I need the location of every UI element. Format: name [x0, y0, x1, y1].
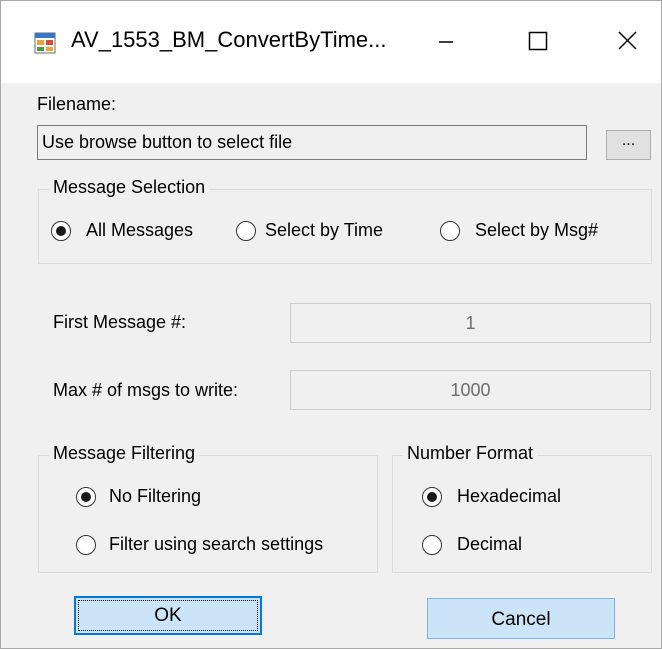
radio-select-by-time[interactable]	[236, 221, 256, 241]
cancel-button-label: Cancel	[491, 609, 551, 630]
maximize-icon	[528, 31, 548, 51]
number-format-group: Number Format	[392, 443, 652, 573]
max-msgs-label: Max # of msgs to write:	[53, 380, 239, 400]
radio-hexadecimal[interactable]	[422, 487, 442, 507]
radio-select-by-time-label: Select by Time	[265, 220, 384, 240]
filename-label: Filename:	[37, 94, 117, 114]
ok-button[interactable]: OK	[74, 596, 262, 635]
radio-all-messages[interactable]	[51, 221, 71, 241]
maximize-button[interactable]	[506, 19, 566, 65]
dialog-window: AV_1553_BM_ConvertByTime... Filename: Us…	[0, 0, 662, 649]
first-message-field[interactable]: 1	[290, 303, 651, 343]
ok-focus-rect	[78, 600, 258, 631]
radio-no-filtering-label: No Filtering	[109, 486, 202, 506]
radio-all-messages-label: All Messages	[86, 220, 194, 240]
radio-decimal[interactable]	[422, 535, 442, 555]
message-filtering-group: Message Filtering	[38, 443, 378, 573]
radio-decimal-label: Decimal	[457, 534, 523, 554]
window-title: AV_1553_BM_ConvertByTime...	[71, 27, 387, 52]
browse-button[interactable]: ...	[606, 130, 651, 160]
first-message-label: First Message #:	[53, 312, 187, 332]
radio-select-by-msg-label: Select by Msg#	[475, 220, 599, 240]
cancel-button[interactable]: Cancel	[427, 598, 615, 639]
radio-no-filtering[interactable]	[76, 487, 96, 507]
message-filtering-title: Message Filtering	[49, 443, 200, 464]
message-selection-title: Message Selection	[49, 177, 210, 198]
radio-select-by-msg[interactable]	[440, 221, 460, 241]
minimize-button[interactable]	[415, 19, 475, 65]
title-bar[interactable]: AV_1553_BM_ConvertByTime...	[1, 1, 661, 83]
radio-hexadecimal-label: Hexadecimal	[457, 486, 562, 506]
minimize-icon	[439, 41, 453, 43]
radio-filter-search[interactable]	[76, 535, 96, 555]
radio-filter-search-label: Filter using search settings	[109, 534, 324, 554]
close-button[interactable]	[598, 19, 658, 65]
dialog-body: Filename: Use browse button to select fi…	[1, 83, 661, 648]
app-form-icon	[34, 32, 56, 54]
number-format-title: Number Format	[403, 443, 538, 464]
close-icon	[618, 31, 637, 50]
filename-field[interactable]: Use browse button to select file	[37, 125, 587, 160]
max-msgs-field[interactable]: 1000	[290, 370, 651, 410]
